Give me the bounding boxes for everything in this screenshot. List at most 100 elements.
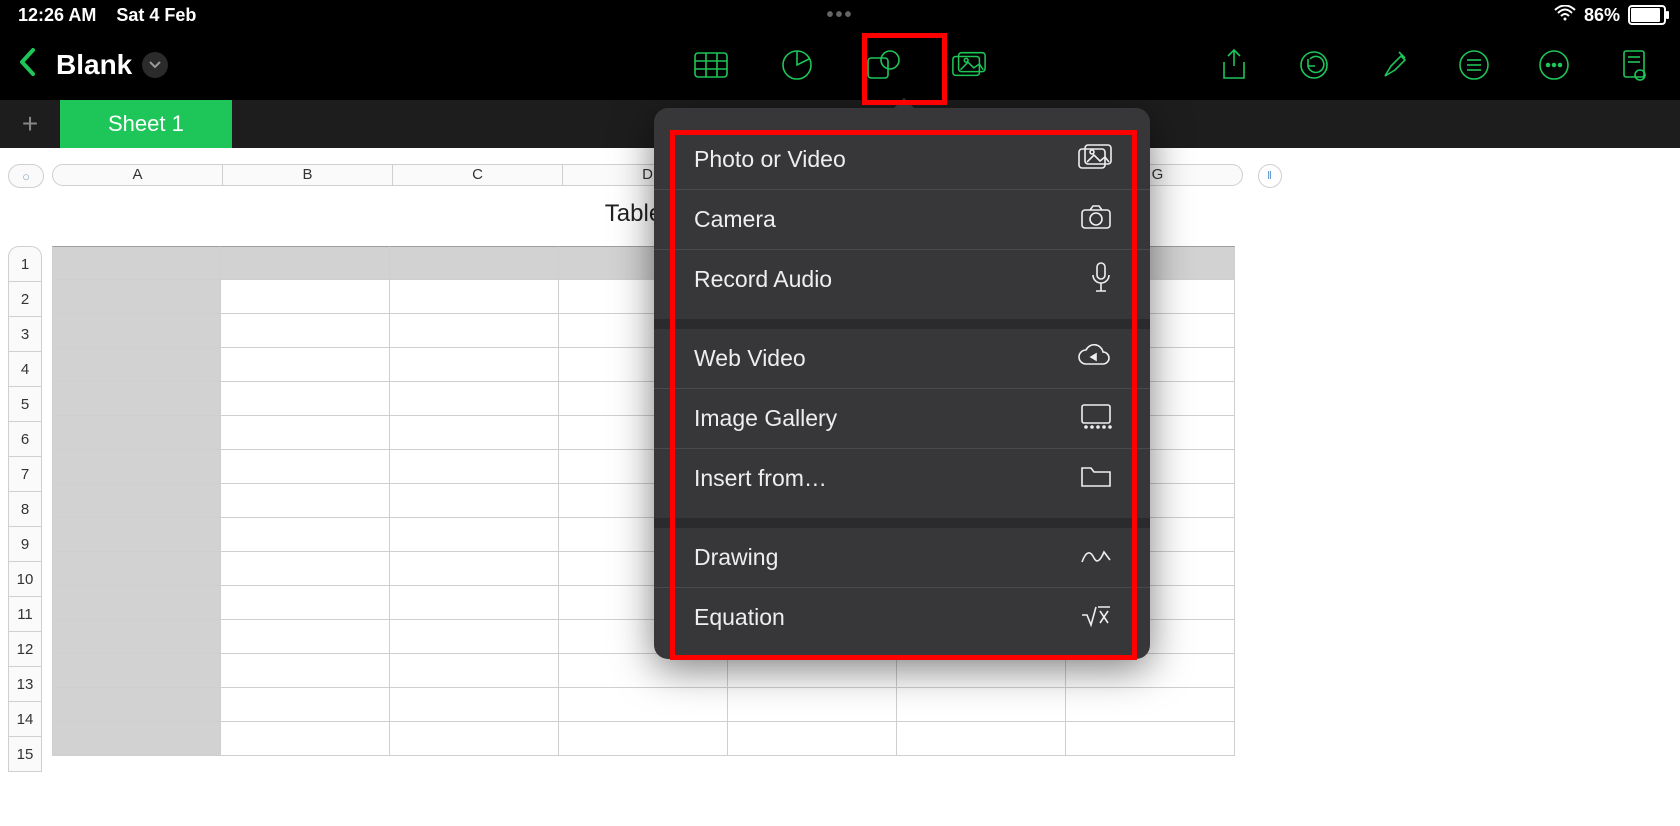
cell[interactable] xyxy=(221,552,390,586)
cell[interactable] xyxy=(390,348,559,382)
cell[interactable] xyxy=(221,722,390,756)
cell[interactable] xyxy=(221,348,390,382)
cell[interactable] xyxy=(52,382,221,416)
cell[interactable] xyxy=(559,688,728,722)
insert-chart-icon[interactable] xyxy=(779,47,815,83)
cell[interactable] xyxy=(221,246,390,280)
cell[interactable] xyxy=(52,620,221,654)
chevron-down-icon xyxy=(142,52,168,78)
row-header[interactable]: 7 xyxy=(8,457,42,492)
cell[interactable] xyxy=(390,246,559,280)
column-header[interactable]: C xyxy=(393,164,563,186)
cell[interactable] xyxy=(390,586,559,620)
document-title: Blank xyxy=(56,49,132,81)
cell[interactable] xyxy=(52,722,221,756)
row-header[interactable]: 13 xyxy=(8,667,42,702)
cell[interactable] xyxy=(221,484,390,518)
multitask-dots[interactable]: ••• xyxy=(826,4,853,27)
cell[interactable] xyxy=(52,314,221,348)
cell[interactable] xyxy=(52,552,221,586)
top-toolbar: Blank xyxy=(0,30,1680,100)
cell[interactable] xyxy=(897,722,1066,756)
row-header[interactable]: 9 xyxy=(8,527,42,562)
cell[interactable] xyxy=(728,688,897,722)
cell[interactable] xyxy=(1066,722,1235,756)
cell[interactable] xyxy=(221,382,390,416)
cell[interactable] xyxy=(390,620,559,654)
battery-percent: 86% xyxy=(1584,5,1620,26)
row-header[interactable]: 10 xyxy=(8,562,42,597)
row-header[interactable]: 6 xyxy=(8,422,42,457)
cell[interactable] xyxy=(221,688,390,722)
document-title-button[interactable]: Blank xyxy=(56,49,168,81)
cell[interactable] xyxy=(559,722,728,756)
cell[interactable] xyxy=(52,654,221,688)
cell[interactable] xyxy=(52,518,221,552)
annotation-highlight-toolbar xyxy=(862,33,947,105)
document-view-icon[interactable] xyxy=(1616,47,1652,83)
row-header[interactable]: 3 xyxy=(8,317,42,352)
cell[interactable] xyxy=(52,450,221,484)
cell[interactable] xyxy=(390,552,559,586)
row-header[interactable]: 12 xyxy=(8,632,42,667)
cell[interactable] xyxy=(221,620,390,654)
undo-icon[interactable] xyxy=(1296,47,1332,83)
row-header[interactable]: 8 xyxy=(8,492,42,527)
cell[interactable] xyxy=(52,246,221,280)
cell[interactable] xyxy=(221,518,390,552)
cell[interactable] xyxy=(221,450,390,484)
add-sheet-button[interactable]: + xyxy=(0,100,60,148)
cell[interactable] xyxy=(221,586,390,620)
insert-table-icon[interactable] xyxy=(693,47,729,83)
cell[interactable] xyxy=(390,382,559,416)
cell[interactable] xyxy=(390,314,559,348)
cell[interactable] xyxy=(221,416,390,450)
battery-icon xyxy=(1628,5,1666,25)
cell[interactable] xyxy=(221,280,390,314)
column-header[interactable]: A xyxy=(52,164,223,186)
row-header[interactable]: 5 xyxy=(8,387,42,422)
list-menu-icon[interactable] xyxy=(1456,47,1492,83)
column-header[interactable]: B xyxy=(223,164,393,186)
cell[interactable] xyxy=(52,688,221,722)
share-icon[interactable] xyxy=(1216,47,1252,83)
row-header[interactable]: 11 xyxy=(8,597,42,632)
column-overflow-handle[interactable]: ǁ xyxy=(1258,164,1282,188)
cell[interactable] xyxy=(390,654,559,688)
sheet-tab-label: Sheet 1 xyxy=(108,111,184,137)
cell[interactable] xyxy=(390,280,559,314)
cell[interactable] xyxy=(221,314,390,348)
cell[interactable] xyxy=(390,518,559,552)
cell[interactable] xyxy=(52,586,221,620)
cell[interactable] xyxy=(897,688,1066,722)
cell[interactable] xyxy=(52,484,221,518)
sheet-tab-1[interactable]: Sheet 1 xyxy=(60,100,232,148)
cell[interactable] xyxy=(52,348,221,382)
status-time: 12:26 AM xyxy=(18,5,96,25)
row-header[interactable]: 4 xyxy=(8,352,42,387)
row-header[interactable]: 1 xyxy=(8,246,42,282)
cell[interactable] xyxy=(52,280,221,314)
cell[interactable] xyxy=(390,416,559,450)
back-button[interactable] xyxy=(0,47,56,83)
cell[interactable] xyxy=(390,450,559,484)
select-all-handle[interactable]: ○ xyxy=(8,164,44,188)
cell[interactable] xyxy=(390,484,559,518)
wifi-icon xyxy=(1554,5,1576,26)
row-headers[interactable]: 123456789101112131415 xyxy=(8,246,42,772)
row-header[interactable]: 15 xyxy=(8,737,42,772)
cell[interactable] xyxy=(728,722,897,756)
format-brush-icon[interactable] xyxy=(1376,47,1412,83)
annotation-highlight-popover xyxy=(670,130,1137,660)
status-bar: 12:26 AM Sat 4 Feb ••• 86% xyxy=(0,0,1680,30)
row-header[interactable]: 2 xyxy=(8,282,42,317)
insert-media-icon[interactable] xyxy=(951,47,987,83)
cell[interactable] xyxy=(1066,688,1235,722)
more-icon[interactable] xyxy=(1536,47,1572,83)
cell[interactable] xyxy=(221,654,390,688)
cell[interactable] xyxy=(390,722,559,756)
row-header[interactable]: 14 xyxy=(8,702,42,737)
cell[interactable] xyxy=(390,688,559,722)
status-date: Sat 4 Feb xyxy=(116,5,196,25)
cell[interactable] xyxy=(52,416,221,450)
